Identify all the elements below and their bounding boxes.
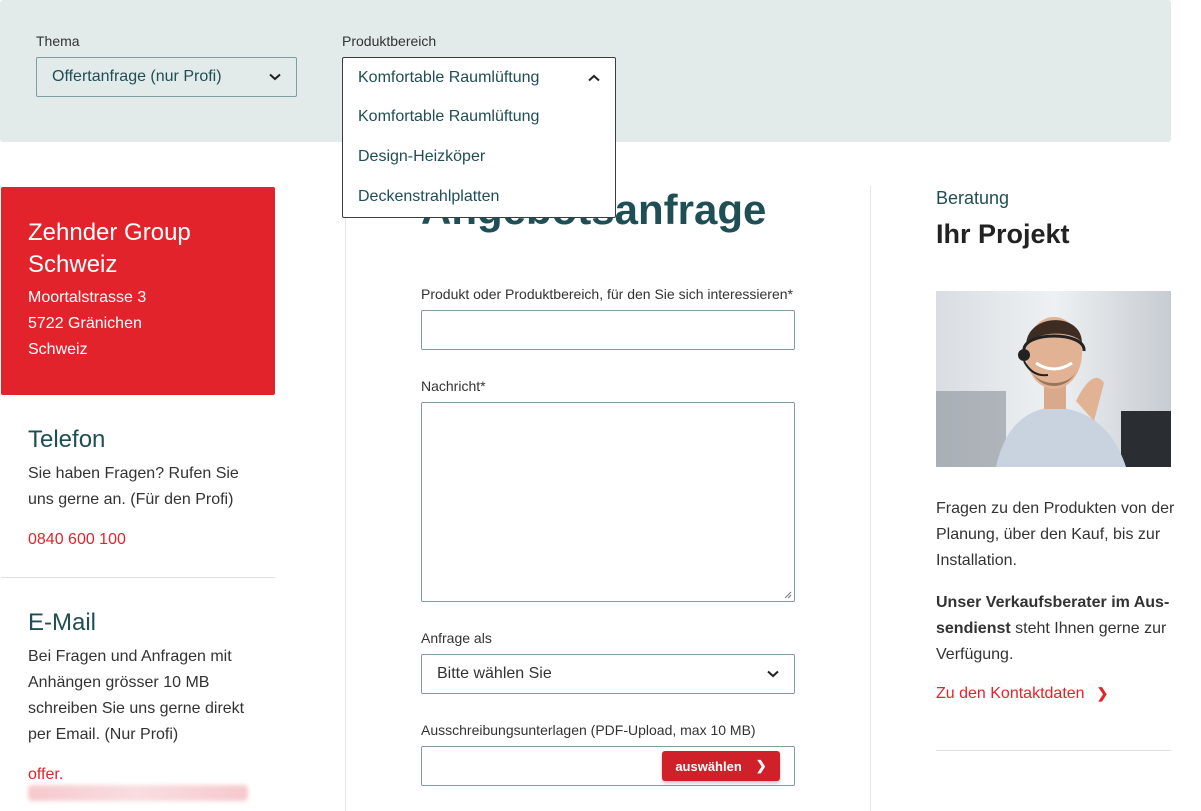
divider: [1, 577, 275, 578]
produkt-label: Produktbereich: [342, 33, 437, 49]
chevron-down-icon: [269, 73, 281, 81]
produkt-select[interactable]: Komfortable Raumlüftung: [343, 58, 615, 97]
phone-link[interactable]: 0840 600 100: [28, 531, 268, 549]
phone-heading: Telefon: [28, 426, 106, 453]
upload-button[interactable]: auswählen ❯: [662, 751, 780, 781]
produkt-dropdown[interactable]: Komfortable Raumlüftung Komfortable Raum…: [342, 57, 616, 218]
dropdown-option[interactable]: Komfortable Raumlüftung: [343, 97, 615, 137]
produkt-select-value: Komfortable Raumlüftung: [358, 68, 540, 86]
contact-data-link[interactable]: Zu den Kontaktdaten ❯: [936, 685, 1108, 703]
blurred-email: [28, 784, 248, 801]
product-field[interactable]: [421, 310, 795, 350]
phone-block: Telefon Sie haben Fragen? Rufen Sie uns …: [28, 425, 268, 549]
chevron-up-icon: [588, 74, 600, 82]
address-city: 5722 Gränichen: [28, 315, 142, 332]
chevron-right-icon: ❯: [1096, 685, 1109, 701]
advice-title: Ihr Projekt: [936, 219, 1070, 249]
dropdown-option[interactable]: Design-Heizköper: [343, 137, 615, 177]
email-text: Bei Fragen und Anfragen mit Anhängen grö…: [28, 648, 245, 743]
chevron-right-icon: ❯: [755, 758, 767, 773]
advice-kicker: Beratung: [936, 188, 1010, 208]
advice-text-2: Unser Verkaufsberater im Aus­sendienst s…: [936, 590, 1176, 668]
upload-label: Ausschreibungsunterlagen (PDF-Upload, ma…: [421, 722, 756, 738]
company-name: Zehnder Group Schweiz: [28, 219, 191, 278]
column-divider: [870, 186, 871, 811]
address-lines: Moortalstrasse 3 5722 Gränichen Schweiz: [28, 285, 248, 363]
address-street: Moortalstrasse 3: [28, 289, 147, 306]
column-divider: [345, 186, 346, 811]
email-block: E-Mail Bei Fragen und Anfragen mit Anhän…: [28, 608, 268, 802]
thema-label: Thema: [36, 33, 80, 49]
consultant-photo: [936, 291, 1171, 467]
request-as-select[interactable]: Bitte wählen Sie: [421, 654, 795, 694]
divider: [936, 750, 1171, 751]
phone-text: Sie haben Fragen? Rufen Sie uns gerne an…: [28, 465, 239, 508]
email-link[interactable]: offer.: [28, 766, 268, 802]
resize-handle-icon[interactable]: [784, 591, 792, 599]
request-as-value: Bitte wählen Sie: [437, 665, 552, 682]
chevron-down-icon: [767, 670, 779, 678]
email-heading: E-Mail: [28, 609, 97, 636]
message-field-label: Nachricht*: [421, 378, 486, 394]
advice-text: Fragen zu den Produkten von der Planung,…: [936, 500, 1175, 569]
contact-data-link-label: Zu den Kontaktdaten: [936, 685, 1085, 702]
address-country: Schweiz: [28, 341, 88, 358]
upload-button-label: auswählen: [675, 758, 742, 774]
address-card: Zehnder Group Schweiz Moortalstrasse 3 5…: [1, 187, 275, 395]
email-prefix: offer.: [28, 766, 64, 783]
request-as-label: Anfrage als: [421, 630, 492, 646]
thema-select[interactable]: Offertanfrage (nur Profi): [36, 57, 297, 97]
message-field[interactable]: [421, 402, 795, 602]
product-field-label: Produkt oder Produktbereich, für den Sie…: [421, 286, 793, 302]
thema-select-value: Offertanfrage (nur Profi): [52, 68, 222, 85]
dropdown-option[interactable]: Deckenstrahlplatten: [343, 177, 615, 217]
